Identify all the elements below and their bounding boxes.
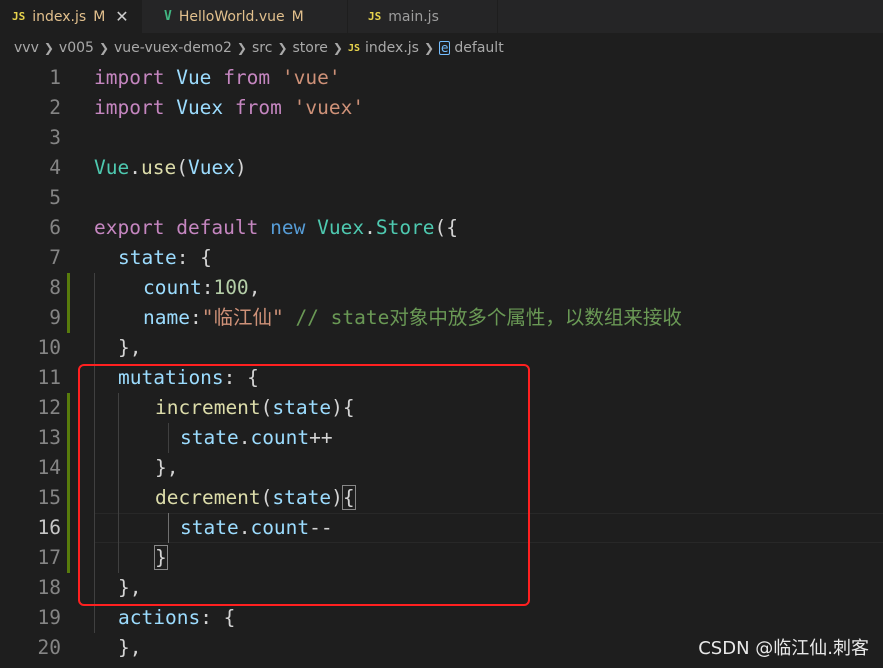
- code-line: export default new Vuex.Store({: [94, 216, 459, 239]
- line-number: 12: [37, 396, 61, 419]
- tab-label: index.js: [32, 8, 87, 25]
- breadcrumb-item[interactable]: vue-vuex-demo2: [114, 40, 232, 56]
- js-file-icon: JS: [368, 10, 382, 23]
- chevron-right-icon: ❯: [98, 41, 109, 55]
- csdn-watermark: CSDN @临江仙.刺客: [698, 638, 869, 659]
- line-number: 20: [37, 636, 61, 659]
- line-number: 2: [49, 96, 61, 119]
- line-number: 9: [49, 306, 61, 329]
- line-number: 19: [37, 606, 61, 629]
- tab-label: HelloWorld.vue: [178, 8, 285, 25]
- code-line: Vue.use(Vuex): [94, 156, 247, 179]
- close-icon[interactable]: ✕: [115, 7, 128, 26]
- line-number: 1: [49, 66, 61, 89]
- line-number: 14: [37, 456, 61, 479]
- line-number: 7: [49, 246, 61, 269]
- tab-main-js[interactable]: JS main.js: [348, 0, 498, 33]
- tab-index-js[interactable]: JS index.js M ✕: [0, 0, 142, 33]
- modified-badge: M: [291, 8, 304, 25]
- code-line: },: [118, 336, 142, 359]
- breadcrumb-item[interactable]: vvv: [14, 40, 39, 56]
- chevron-right-icon: ❯: [43, 41, 54, 55]
- code-line: count:100,: [143, 276, 261, 299]
- line-number: 11: [37, 366, 61, 389]
- code-line: actions: {: [118, 606, 236, 629]
- line-number: 15: [37, 486, 61, 509]
- code-line: name:"临江仙" // state对象中放多个属性，以数组来接收: [143, 306, 682, 329]
- breadcrumb-item[interactable]: store: [293, 40, 328, 56]
- tab-helloworld-vue[interactable]: V HelloWorld.vue M: [142, 0, 348, 33]
- breadcrumb-file[interactable]: index.js: [365, 40, 419, 56]
- line-number: 3: [49, 126, 61, 149]
- line-number: 17: [37, 546, 61, 569]
- breadcrumb: vvv ❯ v005 ❯ vue-vuex-demo2 ❯ src ❯ stor…: [0, 33, 883, 63]
- chevron-right-icon: ❯: [423, 41, 435, 55]
- breadcrumb-item[interactable]: v005: [59, 40, 94, 56]
- breadcrumb-symbol[interactable]: default: [454, 40, 503, 56]
- js-file-icon: JS: [12, 10, 26, 23]
- code-line: import Vue from 'vue': [94, 66, 341, 89]
- line-number: 4: [49, 156, 61, 179]
- js-file-icon: JS: [347, 42, 361, 54]
- line-number: 8: [49, 276, 61, 299]
- line-number: 18: [37, 576, 61, 599]
- chevron-right-icon: ❯: [332, 41, 343, 55]
- line-number-active: 16: [37, 516, 61, 539]
- line-number: 13: [37, 426, 61, 449]
- line-number: 5: [49, 186, 61, 209]
- code-line: import Vuex from 'vuex': [94, 96, 365, 119]
- symbol-variable-icon: e: [439, 41, 451, 55]
- line-number: 10: [37, 336, 61, 359]
- chevron-right-icon: ❯: [236, 41, 247, 55]
- tab-label: main.js: [388, 8, 439, 25]
- annotation-highlight-box: [78, 364, 530, 606]
- line-number: 6: [49, 216, 61, 239]
- code-line: },: [118, 636, 142, 659]
- editor-tab-bar: JS index.js M ✕ V HelloWorld.vue M JS ma…: [0, 0, 883, 33]
- vue-file-icon: V: [164, 9, 172, 24]
- breadcrumb-item[interactable]: src: [252, 40, 272, 56]
- chevron-right-icon: ❯: [277, 41, 288, 55]
- modified-badge: M: [93, 8, 106, 25]
- code-line: state: {: [118, 246, 212, 269]
